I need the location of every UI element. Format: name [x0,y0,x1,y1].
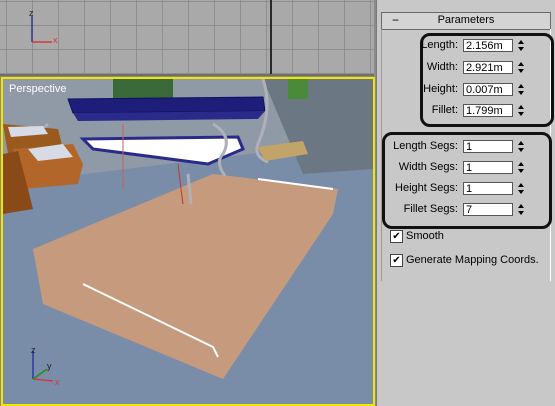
axis-tripod-icon [32,351,54,382]
fillet-field[interactable]: 1.799m [463,104,513,117]
parameters-rollout-header[interactable]: − Parameters [381,12,551,30]
height-field[interactable]: 0.007m [463,83,513,96]
mapping-coords-checkbox[interactable]: ✔ [390,254,403,267]
length-field[interactable]: 2.156m [463,39,513,52]
axis-label-z: z [29,8,34,18]
fillet-segs-spinner[interactable] [518,203,525,216]
command-panel: − Parameters Length: 2.156m Width: 2.921… [376,0,555,406]
fillet-segs-field[interactable]: 7 [463,203,513,216]
seg-label: Fillet Segs: [403,203,458,215]
param-label: Length: [421,39,458,51]
width-segs-spinner[interactable] [518,161,525,174]
length-segs-field[interactable]: 1 [463,140,513,153]
axis-label-x: x [55,377,60,387]
parameters-panel: Length: 2.156m Width: 2.921m Height: 0.0… [381,29,554,281]
fillet-spinner[interactable] [518,104,525,117]
axis-label-z: z [31,345,36,355]
width-field[interactable]: 2.921m [463,61,513,74]
height-segs-spinner[interactable] [518,182,525,195]
width-segs-field[interactable]: 1 [463,161,513,174]
param-label: Height: [423,83,458,95]
axis-label-x: x [53,35,58,45]
param-label: Width: [426,61,458,73]
param-label: Fillet: [431,104,458,116]
width-spinner[interactable] [518,61,525,74]
seg-label: Width Segs: [398,161,458,173]
seg-label: Length Segs: [393,140,458,152]
height-segs-field[interactable]: 1 [463,182,513,195]
mapping-coords-label: Generate Mapping Coords. [406,254,539,266]
height-spinner[interactable] [518,83,525,96]
seg-label: Height Segs: [395,182,458,194]
viewport-label[interactable]: Perspective [9,83,66,95]
rollout-title: Parameters [437,14,495,26]
length-spinner[interactable] [518,39,525,52]
smooth-checkbox[interactable]: ✔ [390,230,403,243]
top-viewport[interactable]: z x [0,0,374,76]
viewport-area: z x Perspective z y x [0,0,376,406]
length-segs-spinner[interactable] [518,140,525,153]
perspective-viewport[interactable]: Perspective z y x [1,77,375,406]
smooth-label: Smooth [406,230,444,242]
viewport-divider [270,0,272,74]
axis-label-y: y [47,361,52,371]
